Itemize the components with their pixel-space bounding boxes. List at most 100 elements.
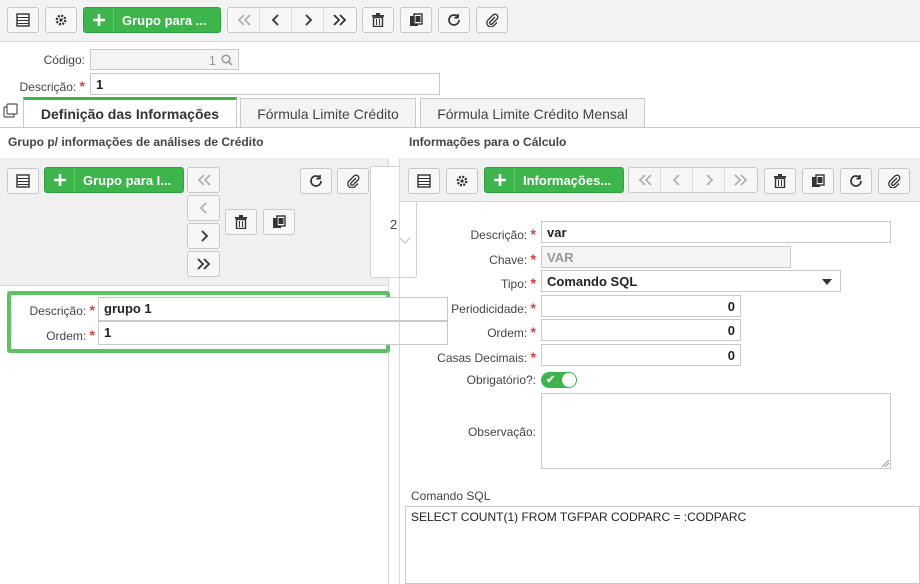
right-delete-button[interactable] [764, 168, 796, 194]
left-next-record-button[interactable] [187, 223, 220, 249]
gear-icon [456, 175, 468, 187]
sql-label: Comando SQL [411, 489, 491, 503]
left-duplicate-button[interactable] [263, 209, 295, 235]
info-periodicidade-field[interactable]: 0 [541, 295, 741, 317]
copy-icon [812, 174, 825, 187]
right-record-navigation [628, 167, 758, 193]
info-ordem-label-text: Ordem: [487, 326, 528, 340]
delete-button[interactable] [362, 7, 394, 33]
right-last-record-button[interactable] [725, 168, 757, 192]
info-descricao-label-text: Descrição: [470, 228, 528, 242]
add-grupo-label: Grupo para ... [122, 12, 207, 28]
left-attach-button[interactable] [337, 168, 369, 194]
tab-definicao-informacoes[interactable]: Definição das Informações [23, 97, 237, 127]
sql-editor[interactable]: SELECT COUNT(1) FROM TGFPAR CODPARC = :C… [405, 506, 920, 584]
right-attach-button[interactable] [878, 168, 910, 194]
chevron-left-icon [672, 174, 680, 186]
toggle-knob [562, 373, 576, 387]
attach-button[interactable] [476, 7, 508, 33]
refresh-icon [448, 14, 460, 26]
right-previous-record-button[interactable] [661, 168, 693, 192]
search-icon[interactable] [221, 54, 233, 66]
left-add-grupo-label: Grupo para I... [83, 172, 172, 188]
resize-handle-icon[interactable] [881, 459, 889, 467]
sql-text: SELECT COUNT(1) FROM TGFPAR CODPARC = :C… [411, 510, 747, 524]
tab-formula-limite-credito-mensal[interactable]: Fórmula Limite Crédito Mensal [420, 98, 645, 128]
duplicate-button[interactable] [400, 7, 432, 33]
descricao-label: Descrição: * [0, 78, 85, 94]
caret-down-icon [822, 279, 832, 285]
info-chave-label-text: Chave: [489, 253, 528, 267]
right-next-record-button[interactable] [693, 168, 725, 192]
codigo-value: 1 [208, 53, 216, 68]
double-chevron-left-icon [237, 14, 251, 26]
add-grupo-button[interactable]: Grupo para ... [83, 7, 221, 33]
chevron-right-icon [200, 230, 208, 242]
left-previous-record-button[interactable] [187, 195, 220, 221]
left-last-record-button[interactable] [187, 251, 220, 277]
paperclip-icon [486, 13, 499, 27]
required-indicator: * [530, 275, 536, 291]
info-ordem-field[interactable]: 0 [541, 319, 741, 341]
last-record-button[interactable] [324, 8, 356, 32]
copy-icon [273, 215, 286, 228]
info-observacao-label: Observação: [467, 425, 536, 439]
required-indicator: * [530, 300, 536, 316]
info-obrigatorio-label: Obrigatório?: [466, 373, 536, 387]
right-settings-button[interactable] [446, 168, 478, 194]
required-indicator: * [89, 302, 95, 318]
grupo-ordem-field[interactable]: 1 [98, 321, 448, 345]
info-chave-field: VAR [541, 246, 791, 268]
left-refresh-button[interactable] [300, 168, 332, 194]
info-periodicidade-label-text: Periodicidade: [451, 302, 528, 316]
codigo-field[interactable]: 1 [90, 49, 239, 70]
grid-view-button[interactable] [7, 7, 39, 33]
info-obrigatorio-toggle[interactable]: ✔ [541, 372, 577, 388]
left-grid-view-button[interactable] [7, 168, 39, 194]
info-descricao-field[interactable]: var [541, 221, 891, 243]
grupo-descricao-field[interactable]: grupo 1 [98, 297, 448, 321]
page-number: 2 [390, 217, 398, 232]
settings-button[interactable] [45, 7, 77, 33]
first-record-button[interactable] [228, 8, 260, 32]
right-duplicate-button[interactable] [802, 168, 834, 194]
info-ordem-label: Ordem: * [400, 324, 536, 340]
required-indicator: * [89, 327, 95, 343]
paperclip-icon [888, 174, 901, 188]
grupo-descricao-label: Descrição: * [0, 302, 95, 318]
double-chevron-right-icon [734, 174, 748, 186]
trash-icon [372, 13, 384, 27]
left-first-record-button[interactable] [187, 167, 220, 193]
info-casas-decimais-field[interactable]: 0 [541, 344, 741, 366]
descricao-label-text: Descrição: [19, 80, 77, 94]
next-record-button[interactable] [292, 8, 324, 32]
gear-icon [55, 14, 67, 26]
refresh-button[interactable] [438, 7, 470, 33]
previous-record-button[interactable] [260, 8, 292, 32]
record-navigation [227, 7, 357, 33]
right-grid-view-button[interactable] [408, 168, 440, 194]
info-tipo-label: Tipo: * [400, 275, 536, 291]
right-first-record-button[interactable] [629, 168, 661, 192]
grid-icon [417, 174, 431, 188]
descricao-field[interactable]: 1 [90, 73, 440, 95]
double-chevron-right-icon [196, 258, 210, 270]
left-panel-title: Grupo p/ informações de análises de Créd… [8, 135, 264, 149]
tab-formula-limite-credito[interactable]: Fórmula Limite Crédito [240, 98, 416, 128]
info-tipo-label-text: Tipo: [500, 277, 528, 291]
grid-icon [16, 174, 30, 188]
right-add-informacoes-label: Informações... [523, 172, 612, 188]
codigo-label: Código: [43, 53, 85, 67]
info-tipo-select[interactable]: Comando SQL [541, 270, 841, 292]
required-indicator: * [79, 78, 85, 94]
right-add-informacoes-button[interactable]: Informações... [484, 167, 624, 193]
double-chevron-left-icon [638, 174, 652, 186]
right-refresh-button[interactable] [840, 168, 872, 194]
double-chevron-right-icon [333, 14, 347, 26]
info-observacao-textarea[interactable] [541, 393, 891, 469]
grupo-ordem-label-text: Ordem: [46, 329, 87, 343]
copy-icon [410, 13, 423, 26]
left-delete-button[interactable] [225, 209, 257, 235]
left-add-grupo-button[interactable]: Grupo para I... [44, 167, 184, 193]
copy-tabs-icon[interactable] [3, 103, 19, 119]
